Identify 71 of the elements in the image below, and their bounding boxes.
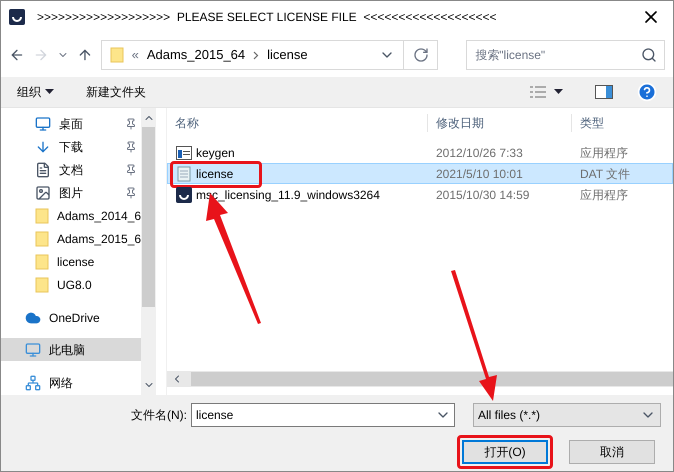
new-folder-button[interactable]: 新建文件夹: [86, 83, 146, 101]
folder-icon: [35, 276, 49, 292]
column-header[interactable]: 名称: [167, 114, 427, 132]
chevron-icon: [253, 50, 260, 60]
file-row[interactable]: keygen 2012/10/26 7:33 应用程序: [167, 142, 673, 163]
organize-menu[interactable]: 组织: [17, 83, 54, 101]
cloud-icon: [25, 310, 41, 326]
horizontal-scrollbar[interactable]: [167, 371, 673, 387]
breadcrumb[interactable]: license: [267, 45, 308, 65]
pin-icon[interactable]: [125, 164, 138, 176]
breadcrumb[interactable]: Adams_2015_64: [146, 45, 246, 65]
sidebar-item[interactable]: 桌面: [1, 112, 142, 135]
window-icon: [176, 146, 192, 160]
pin-icon[interactable]: [125, 140, 138, 152]
refresh-icon[interactable]: [412, 47, 429, 63]
cancel-button[interactable]: 取消: [569, 440, 655, 464]
preview-pane-icon[interactable]: [595, 85, 613, 99]
sidebar-item[interactable]: license: [1, 250, 142, 273]
sidebar-item[interactable]: 网络: [1, 371, 142, 394]
search-icon: [640, 47, 657, 63]
type-cell-text: 应用程序: [579, 144, 628, 162]
file-row[interactable]: msc_licensing_11.9_windows3264 2015/10/30 14:59 应用程序: [167, 184, 673, 205]
image-icon: [35, 184, 51, 200]
sidebar-item[interactable]: 文档: [1, 158, 142, 181]
network-icon: [25, 374, 41, 390]
date-cell-text: 2015/10/30 14:59: [435, 186, 530, 204]
dropdown-icon[interactable]: [554, 89, 563, 95]
sidebar-item[interactable]: UG8.0: [1, 273, 142, 296]
sidebar-item[interactable]: 此电脑: [1, 338, 142, 361]
sidebar-item[interactable]: OneDrive: [1, 306, 142, 329]
filename-field[interactable]: license: [191, 403, 455, 427]
filename-label: 文件名(N):: [131, 407, 187, 424]
sidebar-item[interactable]: Adams_2015_6: [1, 227, 142, 250]
folder-icon: [35, 208, 49, 224]
sidebar-item[interactable]: Adams_2014_6: [1, 204, 142, 227]
column-header[interactable]: 类型: [571, 114, 604, 132]
dropdown-icon[interactable]: [45, 89, 54, 95]
address-bar[interactable]: « Adams_2015_64 license: [100, 40, 438, 70]
help-icon[interactable]: [637, 82, 657, 102]
installer-icon: [176, 186, 192, 202]
document-icon: [35, 162, 51, 178]
folder-icon: [35, 254, 49, 270]
view-options-icon[interactable]: [530, 86, 546, 98]
sidebar-item[interactable]: 图片: [1, 181, 142, 204]
vertical-scrollbar[interactable]: [141, 108, 156, 395]
file-name: keygen: [196, 144, 235, 162]
open-button[interactable]: 打开(O): [462, 440, 548, 464]
file-type-select[interactable]: All files (*.*): [473, 403, 661, 427]
pin-icon[interactable]: [125, 186, 138, 198]
file-name: msc_licensing_11.9_windows3264: [196, 186, 380, 204]
date-cell-text: 2021/5/10 10:01: [435, 166, 524, 182]
app-icon: [9, 9, 25, 25]
date-cell-text: 2012/10/26 7:33: [435, 144, 524, 162]
overflow-chevron[interactable]: «: [132, 45, 139, 65]
column-header[interactable]: 修改日期: [427, 114, 571, 132]
computer-icon: [25, 342, 41, 358]
up-icon[interactable]: [76, 47, 93, 63]
search-field[interactable]: 搜索"license": [466, 40, 665, 70]
type-cell-text: DAT 文件: [579, 166, 630, 182]
scroll-thumb[interactable]: [142, 126, 156, 306]
folder-icon: [110, 47, 124, 63]
pin-icon[interactable]: [125, 118, 138, 130]
sidebar-item[interactable]: 下载: [1, 135, 142, 158]
file-name: license: [196, 166, 234, 182]
desktop-icon: [35, 116, 51, 132]
back-icon[interactable]: [9, 47, 25, 63]
type-cell-text: 应用程序: [579, 186, 628, 204]
window-title: >>>>>>>>>>>>>>>>>>> PLEASE SELECT LICENSE FILE <<<<<<<<<<<<<<<<<<<: [37, 9, 498, 26]
folder-icon: [35, 230, 49, 246]
download-icon: [35, 138, 51, 154]
notepad-icon: [176, 166, 192, 182]
